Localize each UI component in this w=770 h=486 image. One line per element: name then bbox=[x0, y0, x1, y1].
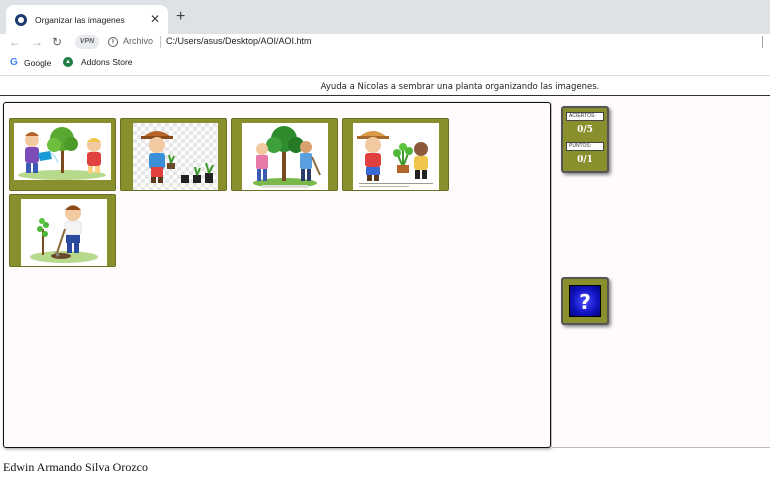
boy-with-seedlings-image bbox=[133, 123, 218, 190]
bookmark-label: Google bbox=[24, 57, 52, 68]
points-value: 0/1 bbox=[577, 155, 593, 165]
kids-with-potted-plant-image bbox=[353, 123, 439, 190]
new-tab-button[interactable]: + bbox=[176, 9, 185, 25]
score-panel: ACIERTOS: 0/5 PUNTOS: 0/1 bbox=[561, 106, 609, 173]
image-card[interactable] bbox=[120, 118, 227, 191]
bookmark-addons-store[interactable]: ▲ Addons Store bbox=[63, 57, 133, 67]
image-workspace bbox=[3, 102, 551, 448]
help-button[interactable]: ? bbox=[561, 277, 609, 325]
bookmark-google[interactable]: G Google bbox=[10, 57, 51, 68]
bookmarks-bar: G Google ▲ Addons Store bbox=[0, 52, 770, 76]
kids-planting-tree-image bbox=[242, 123, 328, 190]
info-icon[interactable]: i bbox=[108, 37, 118, 47]
address-bar[interactable]: C:/Users/asus/Desktop/AOI/AOI.htm bbox=[166, 36, 312, 46]
reading-list-icon[interactable] bbox=[762, 36, 770, 48]
google-icon: G bbox=[10, 57, 18, 68]
reload-icon[interactable]: ↻ bbox=[52, 34, 62, 50]
instruction-text: Ayuda a Nicolas a sembrar una planta org… bbox=[320, 82, 600, 92]
globe-icon bbox=[15, 13, 27, 26]
forward-arrow-icon[interactable]: → bbox=[31, 34, 43, 50]
author-name: Edwin Armando Silva Orozco bbox=[3, 460, 148, 474]
tab-strip: Organizar las imagenes ✕ + bbox=[0, 0, 770, 34]
url-scheme-label: Archivo bbox=[123, 36, 154, 46]
back-arrow-icon[interactable]: ← bbox=[9, 34, 21, 50]
hits-label: ACIERTOS: bbox=[566, 112, 604, 121]
question-mark-icon: ? bbox=[569, 285, 601, 317]
addons-store-icon: ▲ bbox=[63, 57, 73, 67]
image-card[interactable] bbox=[342, 118, 449, 191]
kids-watering-tree-image bbox=[14, 123, 111, 180]
url-separator bbox=[160, 36, 161, 48]
close-tab-icon[interactable]: ✕ bbox=[150, 11, 160, 27]
image-card[interactable] bbox=[231, 118, 338, 191]
boy-digging-sapling-image bbox=[21, 199, 107, 266]
image-card[interactable] bbox=[9, 118, 116, 191]
hits-value: 0/5 bbox=[577, 125, 593, 135]
points-label: PUNTOS: bbox=[566, 142, 604, 151]
image-card[interactable] bbox=[9, 194, 116, 267]
browser-toolbar: ← → ↻ VPN i Archivo C:/Users/asus/Deskto… bbox=[0, 34, 770, 52]
vpn-badge[interactable]: VPN bbox=[75, 35, 99, 49]
bookmark-label: Addons Store bbox=[81, 57, 133, 67]
browser-tab[interactable]: Organizar las imagenes ✕ bbox=[6, 5, 168, 34]
tab-title: Organizar las imagenes bbox=[35, 14, 125, 25]
